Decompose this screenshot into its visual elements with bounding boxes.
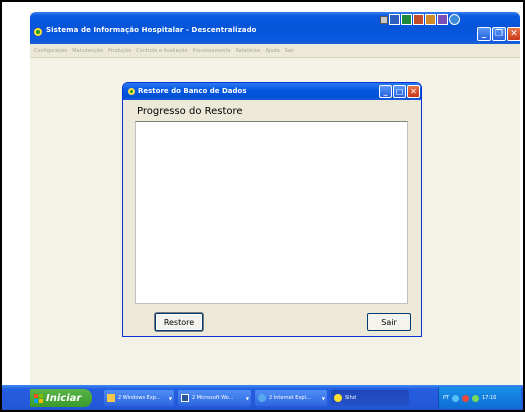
start-button[interactable]: Iniciar <box>30 389 92 407</box>
menu-ajuda[interactable]: Ajuda <box>266 48 280 54</box>
language-indicator[interactable]: PT <box>443 395 449 401</box>
taskbar-button-label: Sihd <box>345 395 356 401</box>
app-logo-icon <box>34 28 42 36</box>
taskbar-button-label: 2 Windows Exp... <box>118 395 161 401</box>
app-titlebar[interactable]: Sistema de Informação Hospitalar - Desce… <box>30 12 521 44</box>
chevron-down-icon: ▼ <box>321 395 325 401</box>
maximize-icon: □ <box>395 86 404 96</box>
dialog-close-button[interactable]: ✕ <box>407 85 420 98</box>
dialog-title: Restore do Banco de Dados <box>138 87 247 95</box>
dialog-titlebar[interactable]: Restore do Banco de Dados _ □ ✕ <box>123 83 421 100</box>
taskbar-button-internet-explorer[interactable]: 2 Internet Expl... ▼ <box>255 390 327 406</box>
folder-icon <box>107 394 115 402</box>
network-icon[interactable] <box>452 394 460 402</box>
word-icon <box>181 394 189 402</box>
minimize-icon: _ <box>383 86 388 96</box>
taskbar-button-microsoft-word[interactable]: 2 Microsoft Wo... ▼ <box>178 390 251 406</box>
excel-icon[interactable] <box>401 14 412 25</box>
outlook-icon[interactable] <box>425 14 436 25</box>
start-label: Iniciar <box>46 392 82 404</box>
restore-window-icon: ❐ <box>494 28 504 39</box>
restore-progress-heading: Progresso do Restore <box>137 106 243 117</box>
powerpoint-icon[interactable] <box>437 14 448 25</box>
close-icon: ✕ <box>410 86 417 96</box>
menu-relatorios[interactable]: Relatórios <box>236 48 261 54</box>
close-button[interactable]: ✕ <box>507 27 521 41</box>
antivirus-icon[interactable] <box>462 394 470 402</box>
minimize-button[interactable]: _ <box>477 27 491 41</box>
app-icon <box>334 394 342 402</box>
menu-manutencao[interactable]: Manutenção <box>72 48 103 54</box>
exit-button[interactable]: Sair <box>367 313 411 331</box>
menu-controle-avaliacao[interactable]: Controle e Avaliação <box>136 48 187 54</box>
taskbar-button-label: 2 Microsoft Wo... <box>192 395 234 401</box>
menu-configuracao[interactable]: Configuração <box>34 48 67 54</box>
internet-explorer-icon[interactable] <box>449 14 460 25</box>
ie-icon <box>258 394 266 402</box>
restore-progress-panel <box>135 121 408 304</box>
chevron-down-icon: ▼ <box>245 395 249 401</box>
volume-icon[interactable] <box>472 394 480 402</box>
dialog-minimize-button[interactable]: _ <box>379 85 392 98</box>
menu-sair[interactable]: Sair <box>285 48 295 54</box>
taskbar-button-sihd[interactable]: Sihd <box>331 390 409 406</box>
taskbar-button-label: 2 Internet Expl... <box>269 395 311 401</box>
quick-launch-icons <box>380 14 460 25</box>
dialog-app-icon <box>128 88 135 95</box>
dialog-window-controls: _ □ ✕ <box>379 85 420 98</box>
clock: 17:10 <box>482 395 497 401</box>
menu-processamento[interactable]: Processamento <box>192 48 230 54</box>
access-icon[interactable] <box>413 14 424 25</box>
document-icon[interactable] <box>380 16 388 24</box>
app-window-controls: _ ❐ ✕ <box>477 27 521 41</box>
windows-logo-icon <box>34 393 43 403</box>
app-menubar: Configuração Manutenção Produção Control… <box>30 44 520 58</box>
taskbar: Iniciar 2 Windows Exp... ▼ 2 Microsoft W… <box>0 385 525 412</box>
restore-button[interactable]: Restore <box>155 313 203 331</box>
taskbar-button-windows-explorer[interactable]: 2 Windows Exp... ▼ <box>104 390 174 406</box>
chevron-down-icon: ▼ <box>168 395 172 401</box>
restore-dialog: Restore do Banco de Dados _ □ ✕ Progress… <box>122 82 422 337</box>
dialog-maximize-button[interactable]: □ <box>393 85 406 98</box>
menu-producao[interactable]: Produção <box>108 48 131 54</box>
maximize-button[interactable]: ❐ <box>492 27 506 41</box>
minimize-icon: _ <box>481 28 487 39</box>
system-tray: PT 17:10 <box>438 387 521 409</box>
word-icon[interactable] <box>389 14 400 25</box>
close-icon: ✕ <box>510 28 518 39</box>
app-title: Sistema de Informação Hospitalar - Desce… <box>46 26 257 34</box>
